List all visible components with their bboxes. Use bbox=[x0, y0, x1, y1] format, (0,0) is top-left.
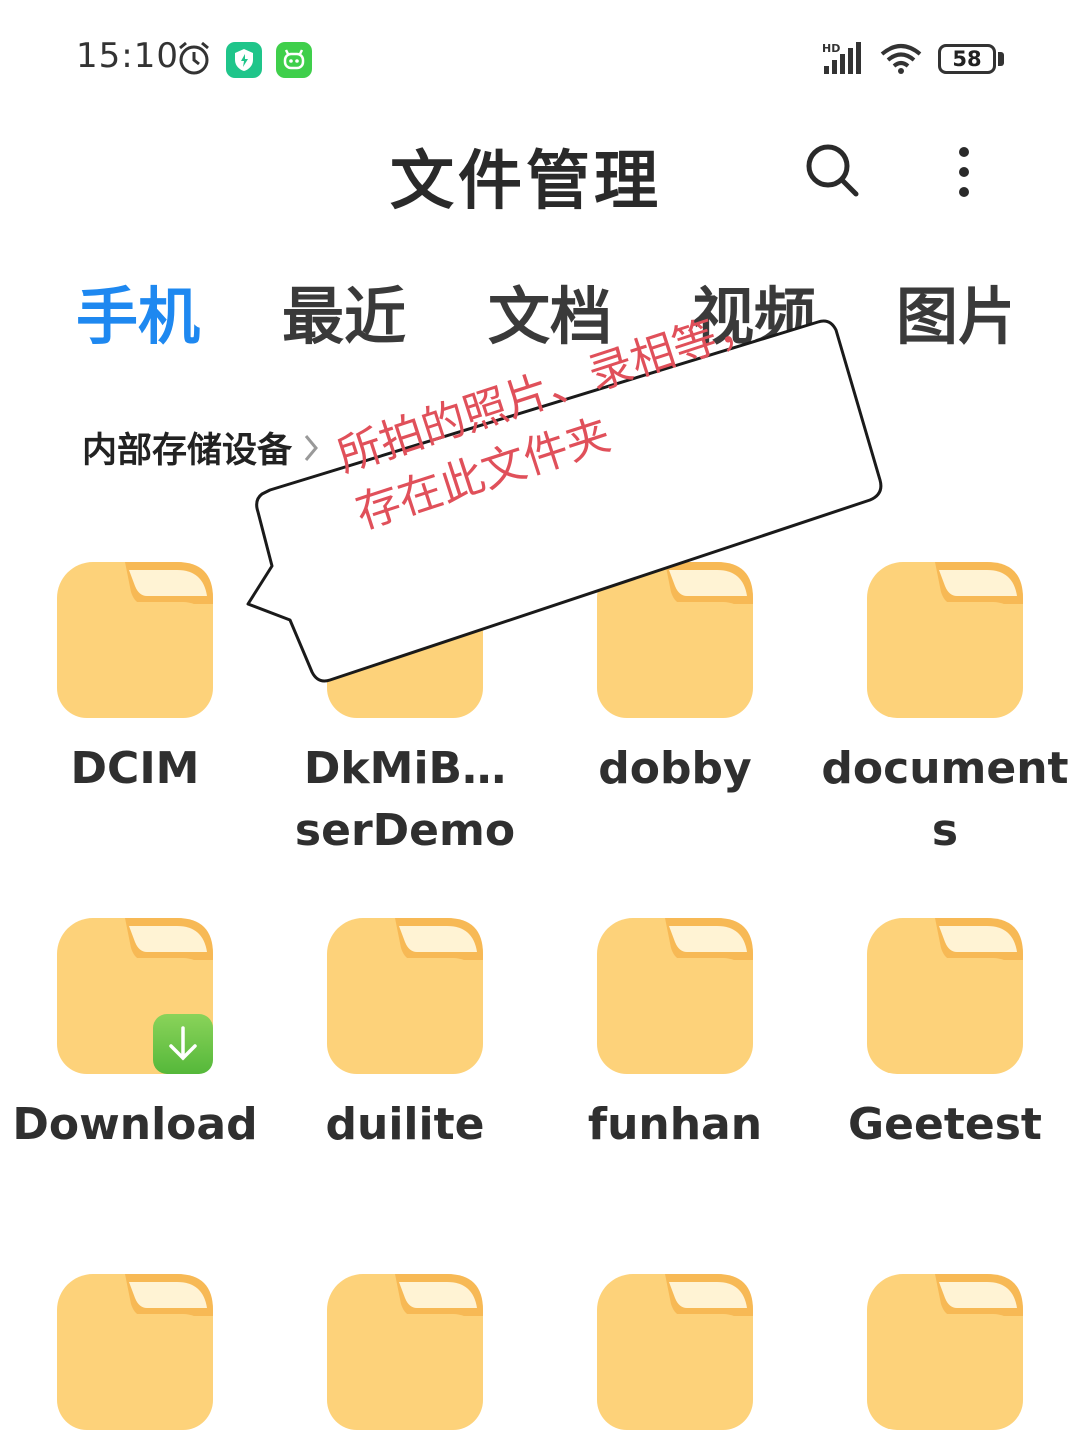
tab-documents[interactable]: 文档 bbox=[488, 266, 612, 346]
folder-item[interactable]: DkMiB…serDemo bbox=[270, 562, 540, 862]
folder-item-partial[interactable] bbox=[540, 1274, 810, 1430]
breadcrumb[interactable]: 内部存储设备 bbox=[82, 422, 322, 473]
tab-images[interactable]: 图片 bbox=[896, 266, 1010, 346]
folder-icon bbox=[867, 1274, 1023, 1430]
shield-app-icon bbox=[226, 42, 262, 78]
folder-item[interactable]: Download bbox=[0, 918, 270, 1156]
folder-icon bbox=[327, 562, 483, 718]
status-time: 15:10 bbox=[76, 36, 179, 76]
chevron-right-icon bbox=[304, 434, 318, 461]
tab-recent[interactable]: 最近 bbox=[282, 266, 406, 346]
breadcrumb-label: 内部存储设备 bbox=[82, 431, 293, 471]
battery-tip bbox=[998, 52, 1004, 66]
folder-item[interactable]: Geetest bbox=[810, 918, 1080, 1156]
folder-item[interactable]: dobby bbox=[540, 562, 810, 800]
folder-name: DkMiB…serDemo bbox=[294, 743, 516, 856]
wifi-icon bbox=[880, 44, 922, 74]
folder-item-partial[interactable] bbox=[270, 1274, 540, 1430]
folder-item[interactable]: funhan bbox=[540, 918, 810, 1156]
download-icon bbox=[153, 1014, 213, 1074]
more-vertical-icon[interactable] bbox=[944, 140, 984, 204]
alarm-icon bbox=[179, 41, 209, 75]
status-bar: 15:10 HD 58 bbox=[0, 0, 1080, 120]
folder-item[interactable]: duilite bbox=[270, 918, 540, 1156]
folder-item-partial[interactable] bbox=[0, 1274, 270, 1430]
battery-level: 58 bbox=[952, 47, 982, 71]
tab-phone[interactable]: 手机 bbox=[76, 266, 200, 346]
folder-item[interactable]: documents bbox=[810, 562, 1080, 862]
folder-icon bbox=[597, 562, 753, 718]
folder-icon bbox=[597, 1274, 753, 1430]
page-title: 文件管理 bbox=[390, 145, 662, 219]
folder-name: DCIM bbox=[70, 743, 200, 794]
svg-text:HD: HD bbox=[822, 42, 840, 55]
folder-icon bbox=[867, 918, 1023, 1074]
search-icon[interactable] bbox=[802, 140, 862, 200]
folder-name: documents bbox=[821, 743, 1069, 856]
folder-name: Download bbox=[12, 1099, 258, 1150]
folder-item[interactable]: DCIM bbox=[0, 562, 270, 800]
folder-icon bbox=[327, 918, 483, 1074]
folder-icon bbox=[597, 918, 753, 1074]
folder-name: dobby bbox=[598, 743, 752, 794]
folder-name: duilite bbox=[325, 1099, 485, 1150]
folder-icon bbox=[57, 562, 213, 718]
hd-signal-icon: HD bbox=[822, 42, 861, 74]
folder-item-partial[interactable] bbox=[810, 1274, 1080, 1430]
folder-name: Geetest bbox=[848, 1099, 1042, 1150]
robot-app-icon bbox=[276, 42, 312, 78]
folder-icon bbox=[57, 1274, 213, 1430]
folder-icon bbox=[57, 918, 213, 1074]
folder-icon bbox=[867, 562, 1023, 718]
folder-icon bbox=[327, 1274, 483, 1430]
folder-name: funhan bbox=[587, 1099, 763, 1150]
battery-icon: 58 bbox=[938, 44, 996, 74]
